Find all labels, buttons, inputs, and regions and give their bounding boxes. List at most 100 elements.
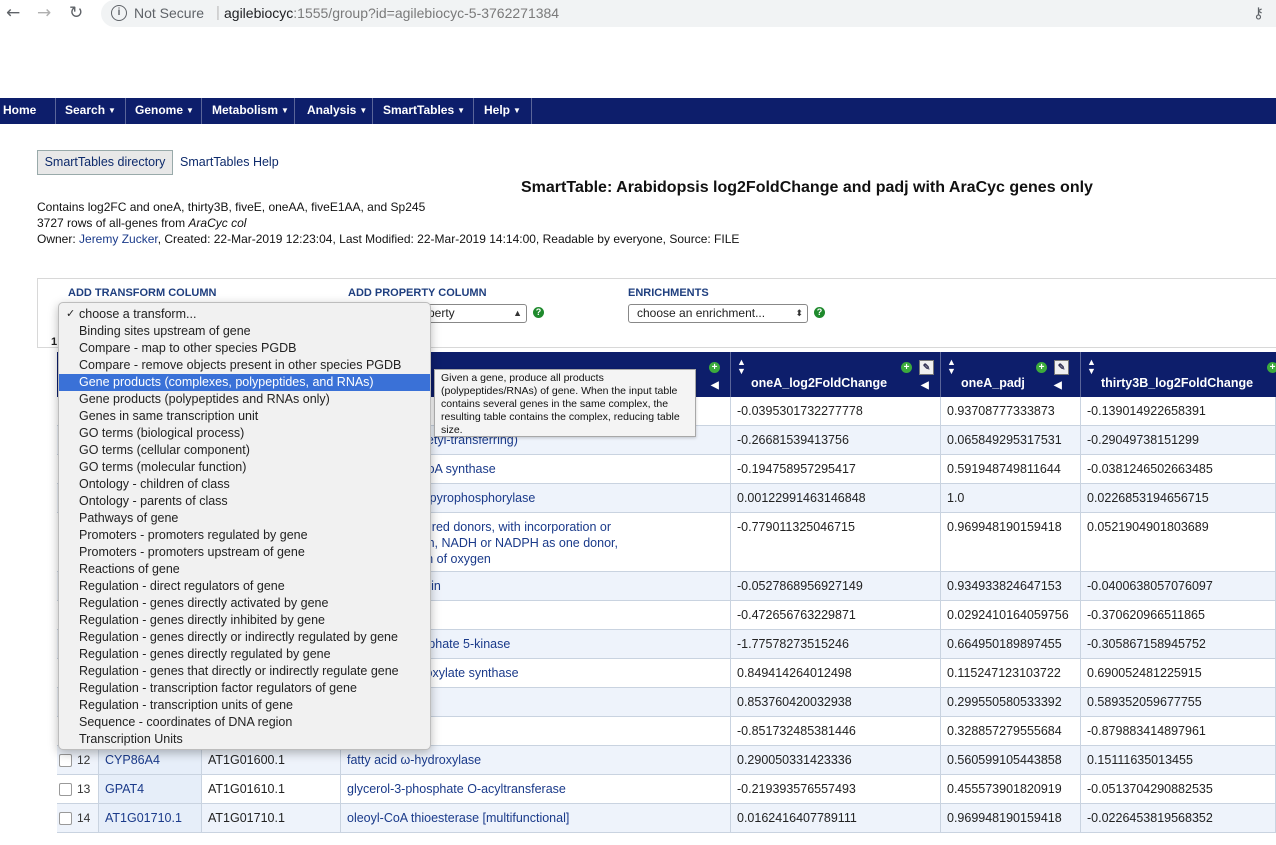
nav-smarttables[interactable]: SmartTables ▼ (373, 98, 474, 124)
description-cell-text[interactable]: oleoyl-CoA thioesterase [multifunctional… (347, 811, 569, 825)
accession-cell-text: AT1G01710.1 (208, 811, 285, 825)
padj-cell: 0.560599105443858 (941, 746, 1081, 774)
move-left-icon[interactable]: ◀ (921, 380, 929, 391)
edit-column-icon[interactable]: ✎ (919, 360, 934, 375)
padj-cell-text: 0.065849295317531 (947, 433, 1062, 447)
log2fc-cell: -0.0395301732277778 (731, 397, 941, 425)
thirty3b-cell-text: 0.0521904901803689 (1087, 520, 1209, 534)
move-left-icon[interactable]: ◀ (711, 380, 719, 391)
description-cell-text[interactable]: glycerol-3-phosphate O-acyltransferase (347, 782, 566, 796)
description-cell[interactable]: glycerol-3-phosphate O-acyltransferase (341, 775, 731, 803)
padj-cell-text: 0.299550580533392 (947, 695, 1062, 709)
log2fc-cell-text: 0.00122991463146848 (737, 491, 866, 505)
sort-icon[interactable]: ▲ ▼ (947, 358, 956, 376)
add-column-icon[interactable]: + (1036, 362, 1047, 373)
smarttables-directory-button[interactable]: SmartTables directory (37, 150, 173, 175)
dropdown-option[interactable]: Binding sites upstream of gene (59, 323, 430, 340)
dropdown-option[interactable]: Promoters - promoters regulated by gene (59, 527, 430, 544)
accession-cell-text: AT1G01600.1 (208, 753, 285, 767)
add-column-icon[interactable]: + (709, 362, 720, 373)
nav-home[interactable]: Home (0, 98, 56, 124)
dropdown-option[interactable]: Compare - remove objects present in othe… (59, 357, 430, 374)
dropdown-option[interactable]: Regulation - genes directly activated by… (59, 595, 430, 612)
add-property-label: ADD PROPERTY COLUMN (348, 287, 487, 299)
nav-search[interactable]: Search ▼ (56, 98, 126, 124)
gene-cell[interactable]: GPAT4 (99, 775, 202, 803)
header-col-2[interactable]: ▲ ▼ oneA_padj + ✎ ◀ (941, 352, 1081, 397)
page-number[interactable]: 1 (51, 336, 57, 348)
row-checkbox[interactable] (59, 812, 72, 825)
dropdown-option[interactable]: Transcription Units (59, 731, 430, 748)
property-help-icon[interactable]: ? (533, 307, 544, 318)
dropdown-option[interactable]: GO terms (molecular function) (59, 459, 430, 476)
edit-column-icon[interactable]: ✎ (1054, 360, 1069, 375)
dropdown-option-label: Regulation - direct regulators of gene (79, 579, 285, 593)
sort-icon[interactable]: ▲ ▼ (737, 358, 746, 376)
nav-analysis[interactable]: Analysis ▼ (295, 98, 373, 124)
caret-down-icon: ▼ (108, 106, 116, 115)
smarttables-help-link[interactable]: SmartTables Help (180, 155, 279, 169)
dropdown-option[interactable]: Regulation - genes directly or indirectl… (59, 629, 430, 646)
thirty3b-cell-text: -0.0400638057076097 (1087, 579, 1213, 593)
dropdown-option[interactable]: Pathways of gene (59, 510, 430, 527)
transform-dropdown[interactable]: ✓ choose a transform... Binding sites upst… (58, 302, 431, 750)
gene-cell[interactable]: AT1G01710.1 (99, 804, 202, 832)
gene-cell[interactable]: CYP86A4 (99, 746, 202, 774)
description-cell-text[interactable]: fatty acid ω-hydroxylase (347, 753, 481, 767)
log2fc-cell-text: 0.290050331423336 (737, 753, 852, 767)
table-row: 13 GPAT4 AT1G01610.1 glycerol-3-phosphate O… (57, 775, 1276, 804)
sort-icon[interactable]: ▲ ▼ (1087, 358, 1096, 376)
row-checkbox[interactable] (59, 754, 72, 767)
dropdown-option[interactable]: GO terms (cellular component) (59, 442, 430, 459)
add-column-icon[interactable]: + (1267, 362, 1276, 373)
dropdown-option[interactable]: Compare - map to other species PGDB (59, 340, 430, 357)
nav-genome[interactable]: Genome ▼ (126, 98, 202, 124)
nav-metabolism[interactable]: Metabolism ▼ (202, 98, 295, 124)
dropdown-option[interactable]: Regulation - transcription units of gene (59, 697, 430, 714)
enrichment-select[interactable]: choose an enrichment... ⬍ (628, 304, 808, 323)
dropdown-option[interactable]: Ontology - parents of class (59, 493, 430, 510)
info-icon[interactable]: i (111, 5, 127, 21)
dropdown-option[interactable]: Regulation - genes directly inhibited by… (59, 612, 430, 629)
reload-icon[interactable]: ↻ (69, 3, 83, 23)
dropdown-option[interactable]: GO terms (biological process) (59, 425, 430, 442)
dropdown-option[interactable]: Reactions of gene (59, 561, 430, 578)
add-column-icon[interactable]: + (901, 362, 912, 373)
padj-cell-text: 0.969948190159418 (947, 811, 1062, 825)
nav-label: Metabolism (212, 103, 279, 117)
dropdown-option[interactable]: Genes in same transcription unit (59, 408, 430, 425)
dropdown-option[interactable]: Regulation - transcription factor regula… (59, 680, 430, 697)
thirty3b-cell-text: -0.0513704290882535 (1087, 782, 1213, 796)
log2fc-cell-text: -0.0395301732277778 (737, 404, 863, 418)
dropdown-option[interactable]: Regulation - direct regulators of gene (59, 578, 430, 595)
dropdown-option[interactable]: Promoters - promoters upstream of gene (59, 544, 430, 561)
back-arrow-icon[interactable]: ← (6, 3, 20, 23)
enrichment-help-icon[interactable]: ? (814, 307, 825, 318)
gene-cell-text[interactable]: CYP86A4 (105, 753, 160, 767)
dropdown-option-label: Binding sites upstream of gene (79, 324, 251, 338)
gene-cell-text[interactable]: AT1G01710.1 (105, 811, 182, 825)
header-col-3[interactable]: ▲ ▼ thirty3B_log2FoldChange + (1081, 352, 1276, 397)
forward-arrow-icon[interactable]: → (37, 3, 51, 23)
address-bar[interactable]: i Not Secure | agilebiocyc:1555/group?id… (101, 0, 1276, 27)
move-left-icon[interactable]: ◀ (1054, 380, 1062, 391)
dropdown-option[interactable]: Ontology - children of class (59, 476, 430, 493)
dropdown-option[interactable]: ✓ choose a transform... (59, 306, 430, 323)
dropdown-option[interactable]: Regulation - genes that directly or indi… (59, 663, 430, 680)
thirty3b-cell-text: -0.370620966511865 (1087, 608, 1205, 622)
row-checkbox[interactable] (59, 783, 72, 796)
owner-link[interactable]: Jeremy Zucker (79, 232, 158, 246)
header-col-1[interactable]: ▲ ▼ oneA_log2FoldChange + ✎ ◀ (731, 352, 941, 397)
url-text[interactable]: agilebiocyc:1555/group?id=agilebiocyc-5-… (224, 5, 559, 21)
dropdown-option[interactable]: Gene products (complexes, polypeptides, … (59, 374, 430, 391)
dropdown-option[interactable]: Gene products (polypeptides and RNAs onl… (59, 391, 430, 408)
description-cell[interactable]: fatty acid ω-hydroxylase (341, 746, 731, 774)
thirty3b-cell: 0.0226853194656715 (1081, 484, 1276, 512)
nav-help[interactable]: Help ▼ (474, 98, 532, 124)
log2fc-cell-text: -0.194758957295417 (737, 462, 856, 476)
description-cell[interactable]: oleoyl-CoA thioesterase [multifunctional… (341, 804, 731, 832)
key-icon[interactable]: ⚷ (1253, 4, 1264, 22)
dropdown-option[interactable]: Sequence - coordinates of DNA region (59, 714, 430, 731)
gene-cell-text[interactable]: GPAT4 (105, 782, 144, 796)
dropdown-option[interactable]: Regulation - genes directly regulated by… (59, 646, 430, 663)
